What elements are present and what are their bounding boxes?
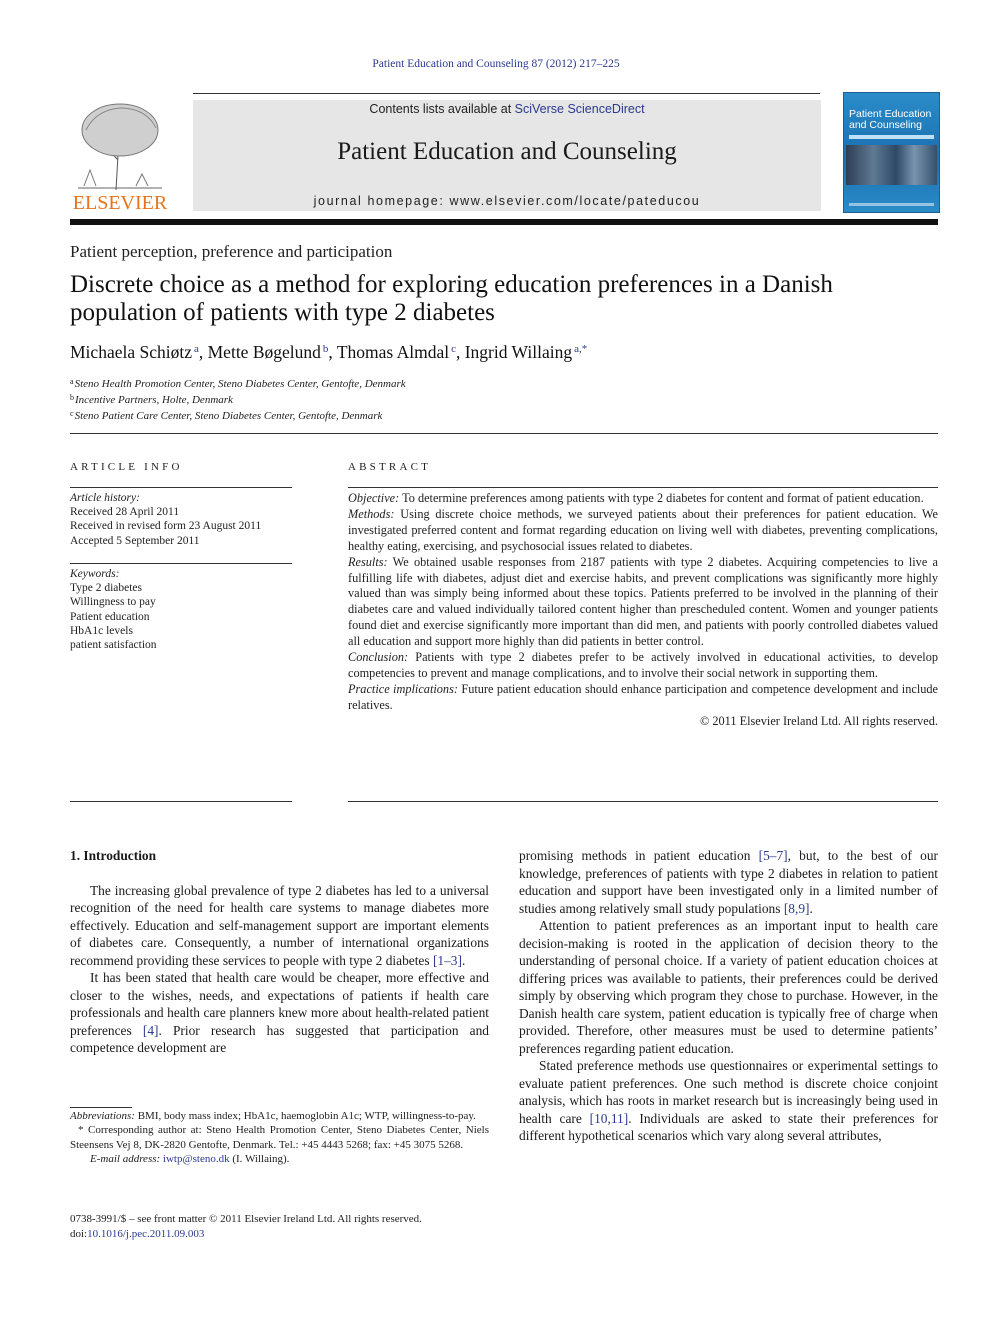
abstract-heading: ABSTRACT [348,461,432,473]
homepage-link[interactable]: www.elsevier.com/locate/pateducou [450,194,701,208]
footnote-rule [70,1107,132,1108]
homepage-prefix: journal homepage: [313,194,450,208]
history-label: Article history: [70,492,140,504]
history-item: Accepted 5 September 2011 [70,534,200,547]
elsevier-tree-icon [78,103,162,191]
citation-link[interactable]: [1–3] [433,953,462,968]
cover-photo [846,145,937,185]
abstract-conclusion: Conclusion: Patients with type 2 diabete… [348,650,938,680]
abbreviations-footnote: Abbreviations: BMI, body mass index; HbA… [70,1110,476,1122]
article-history: Article history: Received 28 April 2011 … [70,491,295,548]
author[interactable]: Michaela Schiøtz a [70,342,199,362]
divider [348,801,938,802]
keyword[interactable]: Type 2 diabetes [70,581,295,595]
affiliation: aSteno Health Promotion Center, Steno Di… [70,377,406,390]
running-head[interactable]: Patient Education and Counseling 87 (201… [0,58,992,70]
cover-title: Patient Education and Counseling [849,109,931,131]
abstract-body: Objective: To determine preferences amon… [348,491,938,730]
footnotes: Abbreviations: BMI, body mass index; HbA… [70,1109,489,1167]
keywords-label: Keywords: [70,568,120,580]
divider [70,563,292,564]
contents-prefix: Contents lists available at [369,102,515,116]
body-paragraph: It has been stated that health care woul… [70,970,489,1055]
issn-line: 0738-3991/$ – see front matter © 2011 El… [70,1213,422,1225]
affiliations: aSteno Health Promotion Center, Steno Di… [70,375,406,423]
history-item: Received in revised form 23 August 2011 [70,520,262,533]
keyword[interactable]: HbA1c levels [70,624,295,638]
journal-homepage: journal homepage: www.elsevier.com/locat… [193,194,821,208]
citation-link[interactable]: [5–7] [759,848,788,863]
section-heading-introduction: 1. Introduction [70,848,157,863]
history-item: Received 28 April 2011 [70,506,180,519]
divider [348,487,938,488]
author-affiliation-link[interactable]: a [194,343,199,355]
citation-link[interactable]: [8,9] [784,901,810,916]
citation-link[interactable]: [10,11] [590,1111,629,1126]
divider [70,433,938,434]
abstract-objective: Objective: To determine preferences amon… [348,491,924,505]
email-footnote: E-mail address: iwtp@steno.dk (I. Willai… [90,1153,290,1166]
article-title: Discrete choice as a method for explorin… [70,271,833,326]
abstract-methods: Methods: Using discrete choice methods, … [348,506,938,553]
doi-link[interactable]: 10.1016/j.pec.2011.09.003 [87,1228,204,1240]
doi-line: doi:10.1016/j.pec.2011.09.003 [70,1227,205,1240]
author-affiliation-link[interactable]: a,* [574,343,587,355]
cover-footer-logos [849,203,934,206]
affiliation: bIncentive Partners, Holte, Denmark [70,393,233,406]
article-info-heading: ARTICLE INFO [70,461,183,473]
email-link[interactable]: iwtp@steno.dk [163,1153,230,1165]
corresponding-author-footnote: * Corresponding author at: Steno Health … [70,1124,489,1151]
cover-title-line2: and Counseling [849,119,922,131]
top-rule [193,93,820,94]
author-affiliation-link[interactable]: b [323,343,329,355]
body-paragraph: Attention to patient preferences as an i… [519,918,938,1056]
elsevier-wordmark: ELSEVIER [72,192,168,214]
keyword[interactable]: Willingness to pay [70,595,295,609]
abstract-practice-implications: Practice implications: Future patient ed… [348,681,939,712]
keyword[interactable]: Patient education [70,610,295,624]
abstract-copyright: © 2011 Elsevier Ireland Ltd. All rights … [699,713,938,728]
journal-title: Patient Education and Counseling [337,138,677,165]
body-paragraph: Stated preference methods use questionna… [519,1058,938,1143]
contents-line: Contents lists available at SciVerse Sci… [193,102,821,116]
keywords: Keywords: Type 2 diabetes Willingness to… [70,567,295,652]
body-paragraph: The increasing global prevalence of type… [70,882,489,968]
author[interactable]: Ingrid Willaing a,* [465,342,588,362]
body-column-left: 1. Introduction The increasing global pr… [70,847,489,1057]
abstract-results: Results: We obtained usable responses fr… [348,554,938,649]
header-divider [70,219,938,225]
affiliation: cSteno Patient Care Center, Steno Diabet… [70,409,383,422]
keyword[interactable]: patient satisfaction [70,638,295,652]
author[interactable]: Mette Bøgelund b [208,342,329,362]
divider [70,801,292,802]
front-matter: 0738-3991/$ – see front matter © 2011 El… [70,1212,490,1241]
sciencedirect-link[interactable]: SciVerse ScienceDirect [515,102,645,116]
cover-subtitle-strip [849,135,934,139]
body-column-right: promising methods in patient education [… [519,847,938,1145]
article-section: Patient perception, preference and parti… [70,242,393,261]
journal-cover-image[interactable]: Patient Education and Counseling [843,92,940,213]
elsevier-logo[interactable]: ELSEVIER [70,100,170,215]
divider [70,487,292,488]
author-affiliation-link[interactable]: c [451,343,456,355]
journal-masthead: Contents lists available at SciVerse Sci… [193,100,821,211]
author[interactable]: Thomas Almdal c [337,342,456,362]
citation-link[interactable]: [4] [143,1023,159,1038]
body-paragraph: promising methods in patient education [… [519,848,938,916]
author-list: Michaela Schiøtz a, Mette Bøgelund b, Thom… [70,342,588,362]
